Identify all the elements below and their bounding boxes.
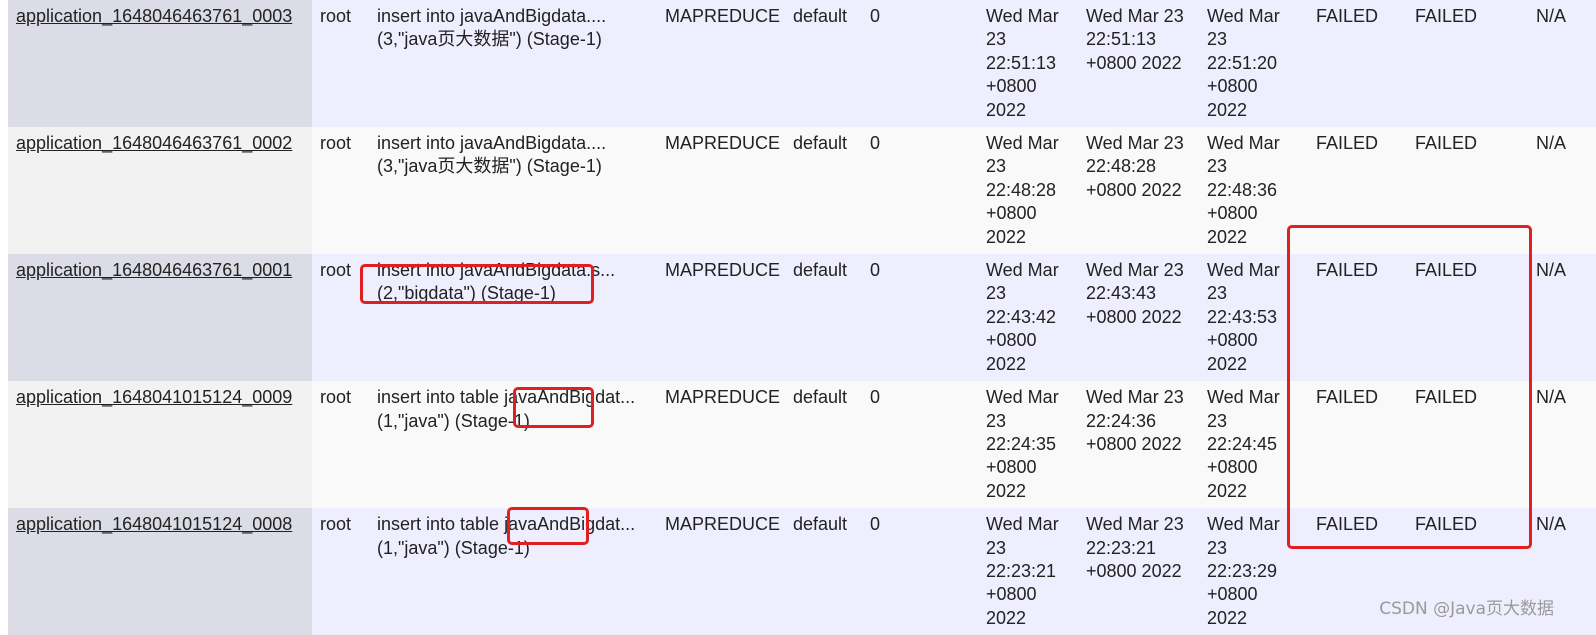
finish-time-cell: Wed Mar 23 22:43:53 +0800 2022 [1199,254,1308,382]
start-time-cell: Wed Mar 23 22:48:28 +0800 2022 [978,127,1078,255]
state-cell: FAILED [1308,254,1407,382]
finish-time-cell: Wed Mar 23 22:24:45 +0800 2022 [1199,381,1308,509]
app-id-link[interactable]: application_1648041015124_0009 [16,387,292,407]
app-id-link[interactable]: application_1648046463761_0001 [16,260,292,280]
launch-time-cell: Wed Mar 23 22:23:21 +0800 2022 [1078,508,1199,635]
type-cell: MAPREDUCE [657,381,785,509]
priority-cell: 0 [862,381,978,509]
name-cell: insert into javaAndBigdata.... (3,"java页… [369,127,657,255]
queue-cell: default [785,127,862,255]
extra-cell: N/A [1528,0,1596,128]
launch-time-cell: Wed Mar 23 22:43:43 +0800 2022 [1078,254,1199,382]
user-cell: root [312,0,369,128]
start-time-cell: Wed Mar 23 22:23:21 +0800 2022 [978,508,1078,635]
type-cell: MAPREDUCE [657,508,785,635]
app-id-cell: application_1648046463761_0001 [8,254,312,382]
queue-cell: default [785,381,862,509]
name-cell: insert into javaAndBigdata.... (3,"java页… [369,0,657,128]
launch-time-cell: Wed Mar 23 22:48:28 +0800 2022 [1078,127,1199,255]
user-cell: root [312,381,369,509]
extra-cell: N/A [1528,254,1596,382]
table-row: application_1648046463761_0003 root insert… [8,0,1596,128]
user-cell: root [312,254,369,382]
queue-cell: default [785,254,862,382]
table-row: application_1648041015124_0008 root insert… [8,508,1596,635]
finish-time-cell: Wed Mar 23 22:23:29 +0800 2022 [1199,508,1308,635]
final-status-cell: FAILED [1407,254,1528,382]
app-id-cell: application_1648046463761_0003 [8,0,312,128]
app-id-cell: application_1648041015124_0008 [8,508,312,635]
state-cell: FAILED [1308,381,1407,509]
launch-time-cell: Wed Mar 23 22:51:13 +0800 2022 [1078,0,1199,128]
final-status-cell: FAILED [1407,127,1528,255]
app-id-cell: application_1648046463761_0002 [8,127,312,255]
priority-cell: 0 [862,508,978,635]
priority-cell: 0 [862,0,978,128]
applications-table: application_1648046463761_0003 root insert… [8,0,1596,635]
start-time-cell: Wed Mar 23 22:51:13 +0800 2022 [978,0,1078,128]
applications-table-body: application_1648046463761_0003 root insert… [8,0,1596,635]
final-status-cell: FAILED [1407,0,1528,128]
table-row: application_1648046463761_0002 root insert… [8,127,1596,255]
user-cell: root [312,127,369,255]
finish-time-cell: Wed Mar 23 22:48:36 +0800 2022 [1199,127,1308,255]
csdn-watermark: CSDN @Java页大数据 [1379,599,1554,619]
queue-cell: default [785,0,862,128]
type-cell: MAPREDUCE [657,127,785,255]
launch-time-cell: Wed Mar 23 22:24:36 +0800 2022 [1078,381,1199,509]
app-id-link[interactable]: application_1648046463761_0003 [16,6,292,26]
name-cell: insert into table javaAndBigdat...(1,"ja… [369,508,657,635]
app-id-link[interactable]: application_1648041015124_0008 [16,514,292,534]
start-time-cell: Wed Mar 23 22:43:42 +0800 2022 [978,254,1078,382]
extra-cell: N/A [1528,127,1596,255]
name-cell: insert into table javaAndBigdat...(1,"ja… [369,381,657,509]
table-row: application_1648041015124_0009 root insert… [8,381,1596,509]
extra-cell: N/A [1528,381,1596,509]
priority-cell: 0 [862,254,978,382]
type-cell: MAPREDUCE [657,254,785,382]
state-cell: FAILED [1308,127,1407,255]
app-id-cell: application_1648041015124_0009 [8,381,312,509]
name-cell: insert into javaAndBigdata.s... (2,"bigd… [369,254,657,382]
final-status-cell: FAILED [1407,381,1528,509]
app-id-link[interactable]: application_1648046463761_0002 [16,133,292,153]
table-row: application_1648046463761_0001 root insert… [8,254,1596,382]
finish-time-cell: Wed Mar 23 22:51:20 +0800 2022 [1199,0,1308,128]
user-cell: root [312,508,369,635]
priority-cell: 0 [862,127,978,255]
state-cell: FAILED [1308,0,1407,128]
queue-cell: default [785,508,862,635]
type-cell: MAPREDUCE [657,0,785,128]
start-time-cell: Wed Mar 23 22:24:35 +0800 2022 [978,381,1078,509]
